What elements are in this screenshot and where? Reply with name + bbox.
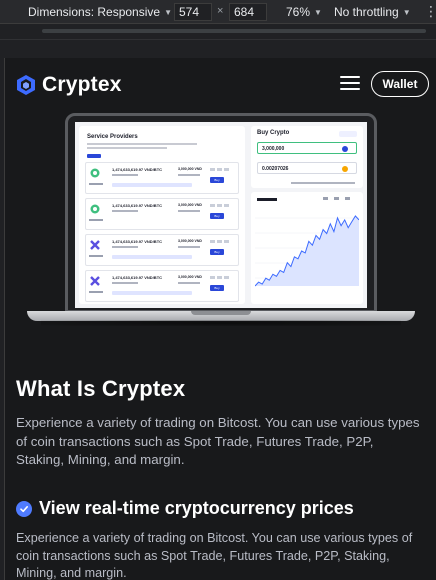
laptop-mockup-image: Service Providers 1,474,633,619.97 VND/B… [27,113,415,328]
zoom-dropdown[interactable]: 76% ▼ [286,5,322,19]
service-providers-title: Service Providers [87,134,138,140]
chevron-down-icon: ▼ [164,7,172,17]
price-chart-panel [251,192,363,304]
receive-amount: 0.00207026 [262,166,289,172]
provider-buy-button: Buy [210,285,224,291]
provider-limit: 3,000,000 VND [178,239,202,243]
provider-logo-icon [90,240,100,250]
provider-rate: 1,474,633,619.97 VND/BTC [112,203,163,208]
feature-heading: View real-time cryptocurrency prices [16,498,354,519]
provider-logo-icon [90,204,100,214]
spend-field: 3,000,000 [257,142,357,154]
buy-crypto-title: Buy Crypto [257,130,290,136]
navbar: Cryptex Wallet [5,58,436,108]
intro-paragraph: Experience a variety of trading on Bitco… [16,415,420,467]
feature-paragraph: Experience a variety of trading on Bitco… [16,531,413,580]
provider-row: 1,474,633,619.97 VND/BTC 3,000,000 VND B… [85,234,239,266]
provider-rate: 1,474,633,619.97 VND/BTC [112,239,163,244]
provider-rate: 1,474,633,619.97 VND/BTC [112,275,163,280]
height-input[interactable]: 684 [229,3,267,21]
receive-field: 0.00207026 [257,162,357,174]
wallet-button[interactable]: Wallet [371,71,429,97]
provider-limit: 3,000,000 VND [178,275,202,279]
brand-name: Cryptex [42,73,122,96]
provider-row: 1,474,633,619.97 VND/BTC 3,000,000 VND B… [85,198,239,230]
ruler-bar [42,29,426,33]
logo[interactable]: Cryptex [17,73,122,97]
devtools-toolbar: Dimensions: Responsive ▼ 574 × 684 76% ▼… [0,0,436,24]
feature-title: View real-time cryptocurrency prices [39,498,354,518]
dimensions-label: Dimensions: Responsive [28,5,161,19]
spend-amount: 3,000,000 [262,146,285,152]
width-input[interactable]: 574 [174,3,212,21]
chevron-down-icon: ▼ [402,7,411,17]
provider-rate: 1,474,633,619.97 VND/BTC [112,167,163,172]
throttling-dropdown[interactable]: No throttling ▼ [334,5,411,19]
laptop-screen: Service Providers 1,474,633,619.97 VND/B… [75,122,367,308]
provider-row: 1,474,633,619.97 VND/BTC 3,000,000 VND B… [85,162,239,194]
check-circle-icon [16,500,32,517]
vnd-coin-icon [342,146,348,152]
laptop-lid: Service Providers 1,474,633,619.97 VND/B… [65,113,377,313]
provider-logo-icon [90,168,100,178]
chevron-down-icon: ▼ [314,7,322,17]
provider-limit: 3,000,000 VND [178,203,202,207]
laptop-shadow [41,320,401,326]
service-providers-panel: Service Providers 1,474,633,619.97 VND/B… [79,126,245,304]
provider-limit: 3,000,000 VND [178,167,202,171]
btc-coin-icon [342,166,348,172]
page-viewport: Cryptex Wallet Service Providers 1,474,6… [4,58,436,580]
throttling-label: No throttling [334,5,399,19]
more-options-icon[interactable]: ⋮ [424,3,436,20]
buy-crypto-panel: Buy Crypto 3,000,000 0.00207026 [251,126,363,188]
hamburger-menu-icon[interactable] [340,76,360,90]
zoom-label: 76% [286,5,311,19]
price-area [255,216,359,286]
page-title: What Is Cryptex [16,376,186,401]
provider-row: 1,474,633,619.97 VND/BTC 3,000,000 VND B… [85,270,239,302]
provider-buy-button: Buy [210,177,224,183]
provider-buy-button: Buy [210,249,224,255]
provider-buy-button: Buy [210,213,224,219]
price-chart [255,215,359,287]
dimension-separator: × [217,5,224,17]
dimensions-dropdown[interactable]: Dimensions: Responsive ▼ [28,5,172,19]
media-query-ruler [0,24,436,40]
cryptex-logo-icon [17,75,35,95]
provider-logo-icon [90,276,100,286]
